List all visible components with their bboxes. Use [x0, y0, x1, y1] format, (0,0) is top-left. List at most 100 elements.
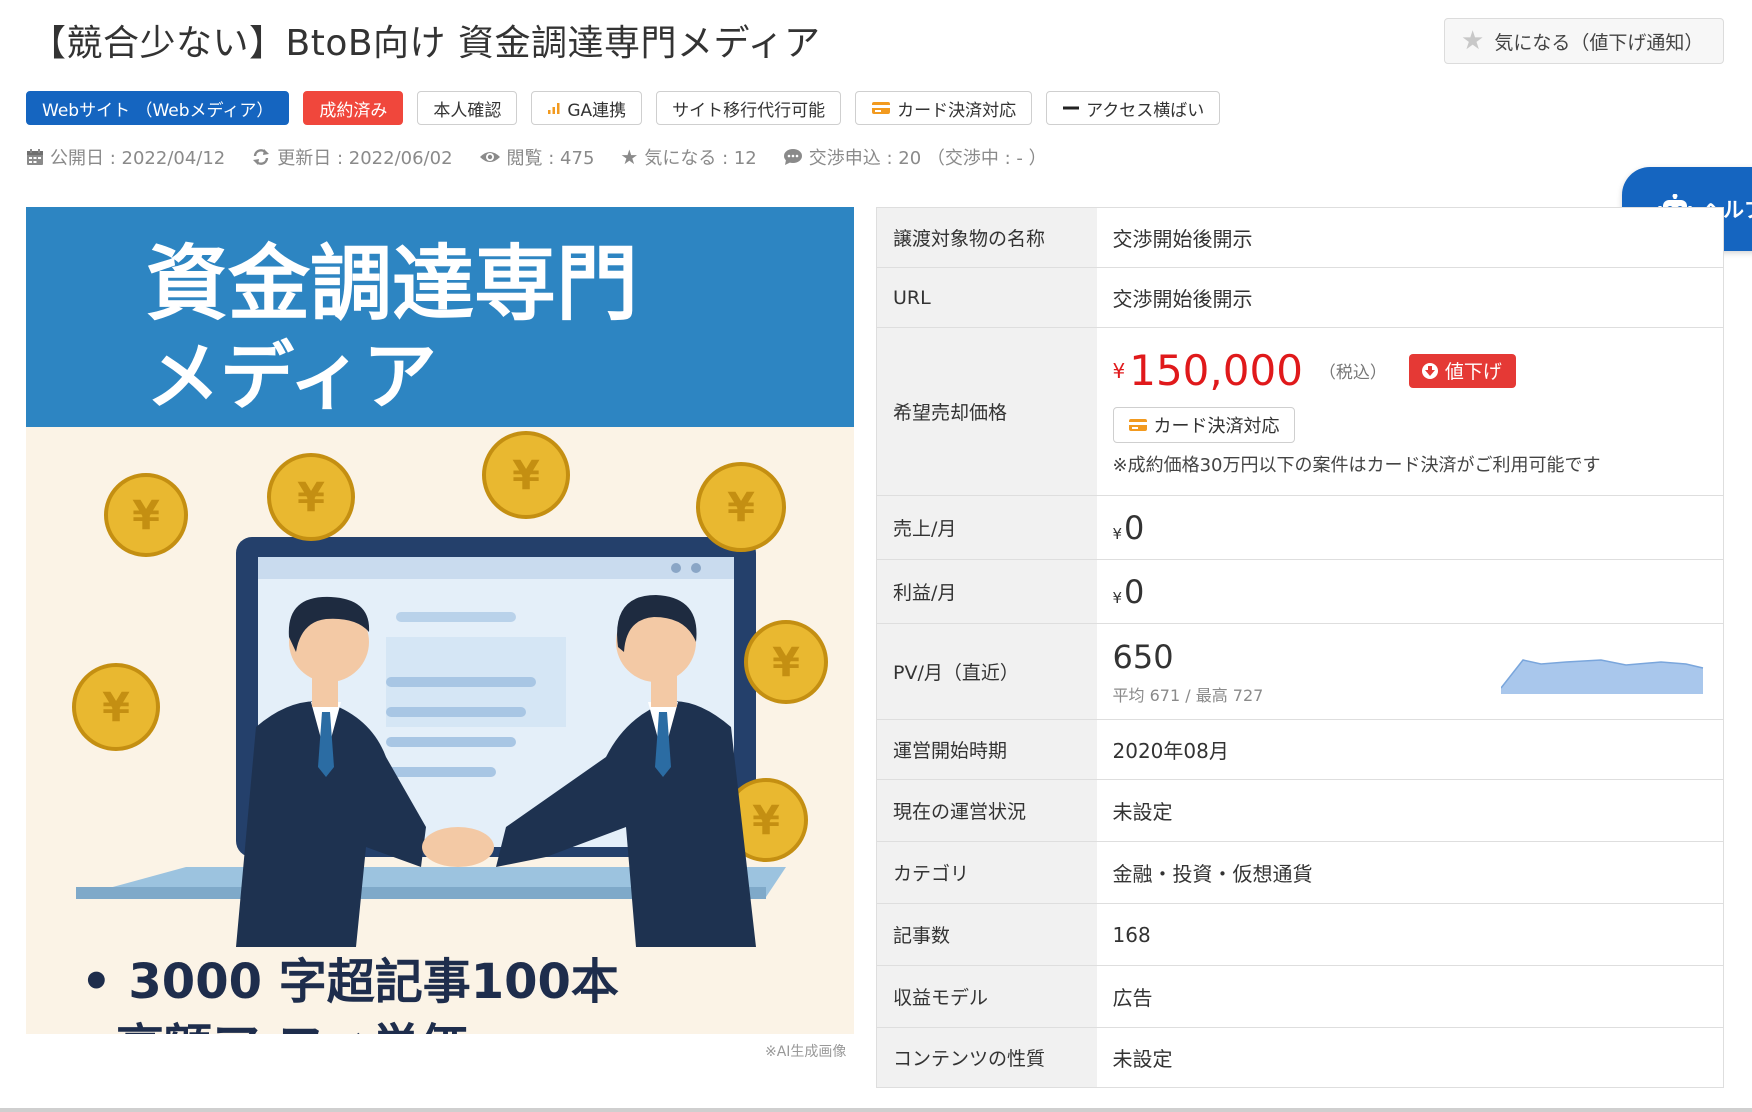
- spec-label: URL: [876, 267, 1097, 328]
- listing-thumbnail: 資金調達専門 メディア ¥ ¥ ¥ ¥ ¥ ¥ ¥ • 3000 字超記事100…: [26, 207, 854, 1034]
- spec-value: ¥0: [1096, 495, 1724, 560]
- svg-text:¥: ¥: [772, 640, 800, 686]
- thumbnail-bullet-1: • 3000 字超記事100本: [81, 954, 619, 1010]
- spec-label: 記事数: [876, 903, 1097, 966]
- profit-currency: ¥: [1112, 588, 1123, 607]
- listing-spec-table: 譲渡対象物の名称 交渉開始後開示 URL 交渉開始後開示 希望売却価格 ¥ 15…: [876, 207, 1724, 1088]
- tag-list: Webサイト （Webメディア） 成約済み 本人確認 GA連携 サイト移行代行可…: [26, 91, 1221, 125]
- price-down-badge: 値下げ: [1408, 353, 1516, 388]
- credit-card-icon: [1128, 417, 1148, 433]
- card-payment-label: カード決済対応: [1153, 416, 1280, 437]
- table-row: PV/月（直近） 650 平均 671 / 最高 727: [876, 623, 1724, 720]
- pv-sparkline: [1501, 658, 1704, 694]
- meta-offers-text: 交渉申込 : 20 （交渉中 : - ）: [808, 148, 1047, 169]
- refresh-icon: [251, 148, 271, 166]
- table-row: 記事数 168: [876, 903, 1724, 966]
- card-payment-badge: カード決済対応: [1112, 407, 1295, 443]
- tag-site-migration: サイト移行代行可能: [656, 91, 842, 125]
- tag-identity-verified: 本人確認: [417, 91, 518, 125]
- star-icon: ★: [1461, 26, 1485, 56]
- spec-label: PV/月（直近）: [876, 623, 1097, 720]
- spec-value: 未設定: [1096, 1027, 1724, 1088]
- favorite-button[interactable]: ★ 気になる（値下げ通知）: [1444, 18, 1724, 64]
- sales-value: 0: [1124, 508, 1145, 547]
- pv-cell: 650 平均 671 / 最高 727: [1096, 623, 1724, 720]
- tag-card-payment: カード決済対応: [855, 91, 1033, 125]
- thumbnail-bullet-2: 高額ア フィ単価: [116, 1007, 468, 1034]
- price-amount: 150,000: [1129, 346, 1303, 395]
- price-currency: ¥: [1112, 358, 1126, 383]
- dash-icon: [1062, 101, 1080, 115]
- table-row: 運営開始時期 2020年08月: [876, 719, 1724, 780]
- svg-text:¥: ¥: [727, 485, 755, 531]
- bar-chart-icon: [547, 101, 561, 115]
- spec-label: 収益モデル: [876, 965, 1097, 1028]
- spec-value: 交渉開始後開示: [1096, 207, 1724, 268]
- table-row: 収益モデル 広告: [876, 965, 1724, 1028]
- svg-text:¥: ¥: [132, 493, 160, 539]
- spec-label: コンテンツの性質: [876, 1027, 1097, 1088]
- meta-updated: 更新日 : 2022/06/02: [251, 144, 453, 170]
- meta-published-text: 公開日 : 2022/04/12: [50, 148, 226, 169]
- meta-favorites: ★ 気になる : 12: [620, 144, 756, 170]
- bottom-divider: [0, 1108, 1752, 1112]
- table-row: 売上/月 ¥0: [876, 495, 1724, 560]
- spec-label: 希望売却価格: [876, 327, 1097, 496]
- table-row: コンテンツの性質 未設定: [876, 1027, 1724, 1088]
- arrow-down-circle-icon: [1421, 362, 1439, 380]
- price-cell: ¥ 150,000 （税込） 値下げ カード決済対応 ※成約価格30万円以下の案…: [1096, 327, 1724, 496]
- spec-label: 譲渡対象物の名称: [876, 207, 1097, 268]
- card-payment-note: ※成約価格30万円以下の案件はカード決済がご利用可能です: [1112, 455, 1601, 476]
- pv-value: 650: [1112, 637, 1174, 676]
- favorite-button-label: 気になる（値下げ通知）: [1494, 31, 1704, 54]
- svg-text:¥: ¥: [512, 453, 540, 499]
- table-row: URL 交渉開始後開示: [876, 267, 1724, 328]
- meta-offers: 交渉申込 : 20 （交渉中 : - ）: [783, 144, 1047, 170]
- tag-status: 成約済み: [303, 91, 404, 125]
- svg-text:¥: ¥: [752, 798, 780, 844]
- calendar-icon: [26, 148, 44, 166]
- listing-meta: 公開日 : 2022/04/12 更新日 : 2022/06/02 閲覧 : 4…: [26, 144, 1047, 170]
- table-row: カテゴリ 金融・投資・仮想通貨: [876, 841, 1724, 904]
- spec-label: 利益/月: [876, 559, 1097, 624]
- meta-updated-text: 更新日 : 2022/06/02: [277, 148, 453, 169]
- svg-text:¥: ¥: [297, 475, 325, 521]
- svg-text:¥: ¥: [102, 685, 130, 731]
- spec-label: 現在の運営状況: [876, 779, 1097, 842]
- tag-access-flat-label: アクセス横ばい: [1086, 100, 1205, 121]
- spec-label: 運営開始時期: [876, 719, 1097, 780]
- page-title: 【競合少ない】BtoB向け 資金調達専門メディア: [30, 23, 821, 64]
- table-row: 利益/月 ¥0: [876, 559, 1724, 624]
- spec-value: 金融・投資・仮想通貨: [1096, 841, 1724, 904]
- meta-published: 公開日 : 2022/04/12: [26, 144, 225, 170]
- price-down-label: 値下げ: [1444, 361, 1502, 383]
- profit-value: 0: [1124, 572, 1145, 611]
- meta-favorites-text: 気になる : 12: [644, 148, 757, 169]
- star-icon: ★: [620, 145, 639, 169]
- spec-label: 売上/月: [876, 495, 1097, 560]
- credit-card-icon: [871, 100, 891, 116]
- spec-label: カテゴリ: [876, 841, 1097, 904]
- tag-card-payment-label: カード決済対応: [897, 100, 1017, 121]
- table-row: 現在の運営状況 未設定: [876, 779, 1724, 842]
- meta-views-text: 閲覧 : 475: [506, 148, 595, 169]
- table-row: 譲渡対象物の名称 交渉開始後開示: [876, 207, 1724, 268]
- chat-bubble-icon: [783, 148, 803, 166]
- tag-ga-linked-label: GA連携: [567, 100, 627, 121]
- spec-value: 2020年08月: [1096, 719, 1724, 780]
- meta-views: 閲覧 : 475: [479, 144, 595, 170]
- tag-category[interactable]: Webサイト （Webメディア）: [26, 91, 290, 125]
- pv-stats: 平均 671 / 最高 727: [1112, 685, 1264, 705]
- spec-value: 交渉開始後開示: [1096, 267, 1724, 328]
- eye-icon: [479, 149, 501, 165]
- tag-access-flat: アクセス横ばい: [1046, 91, 1221, 125]
- thumbnail-title-line2: メディア: [146, 334, 437, 420]
- spec-value: 広告: [1096, 965, 1724, 1028]
- sales-currency: ¥: [1112, 524, 1123, 543]
- spec-value: ¥0: [1096, 559, 1724, 624]
- tag-ga-linked: GA連携: [531, 91, 643, 125]
- table-row: 希望売却価格 ¥ 150,000 （税込） 値下げ カード決済対応 ※成約価格3…: [876, 327, 1724, 496]
- ai-generated-note: ※AI生成画像: [765, 1044, 847, 1060]
- handshake-illustration: ¥ ¥ ¥ ¥ ¥ ¥ ¥: [72, 431, 828, 947]
- spec-value: 未設定: [1096, 779, 1724, 842]
